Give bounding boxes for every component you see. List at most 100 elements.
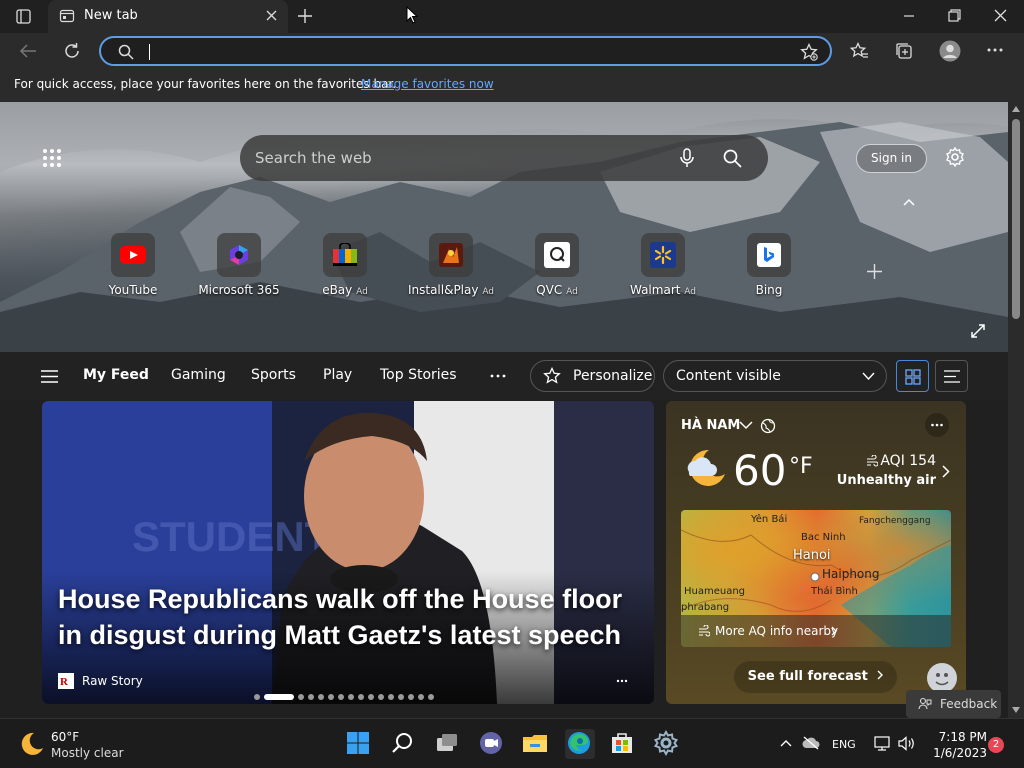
file-explorer-icon[interactable] bbox=[521, 729, 551, 759]
add-favorite-star-icon[interactable] bbox=[800, 43, 818, 61]
map-label-hanoi: Hanoi bbox=[793, 548, 831, 563]
quick-link-bing[interactable]: Bing bbox=[724, 233, 814, 297]
tab-new-tab[interactable]: New tab bbox=[48, 0, 288, 33]
carousel-dot[interactable] bbox=[254, 694, 260, 700]
grid-layout-button[interactable] bbox=[896, 360, 929, 392]
quick-link-microsoft-365[interactable]: Microsoft 365 bbox=[194, 233, 284, 297]
more-tabs-ellipsis-icon[interactable] bbox=[490, 374, 506, 378]
air-quality-map[interactable]: Yên Bái Fangchenggang Bac Ninh Hanoi Hai… bbox=[681, 510, 951, 647]
show-hidden-icons-chevron-icon[interactable] bbox=[780, 739, 792, 747]
network-icon[interactable] bbox=[874, 736, 890, 751]
carousel-dot[interactable] bbox=[408, 694, 414, 700]
tab-actions-icon[interactable] bbox=[16, 9, 31, 24]
manage-favorites-link[interactable]: Manage favorites now bbox=[361, 77, 494, 91]
settings-gear-icon[interactable] bbox=[652, 729, 682, 759]
map-label-bac-ninh: Bac Ninh bbox=[801, 532, 846, 543]
chevron-down-icon bbox=[862, 372, 875, 380]
back-arrow-icon[interactable] bbox=[19, 43, 37, 59]
tab-my-feed[interactable]: My Feed bbox=[83, 367, 149, 383]
notification-badge[interactable]: 2 bbox=[988, 737, 1004, 753]
taskbar-search-icon[interactable] bbox=[389, 729, 419, 759]
task-view-icon[interactable] bbox=[433, 729, 463, 759]
page-settings-gear-icon[interactable] bbox=[945, 147, 965, 167]
close-window-icon[interactable] bbox=[994, 9, 1007, 22]
web-search-box[interactable]: Search the web bbox=[240, 135, 768, 181]
volume-icon[interactable] bbox=[898, 736, 916, 751]
apps-launcher-grid-icon[interactable] bbox=[42, 148, 62, 168]
microphone-icon[interactable] bbox=[680, 148, 694, 168]
tab-play[interactable]: Play bbox=[323, 367, 352, 383]
tab-gaming[interactable]: Gaming bbox=[171, 367, 226, 383]
carousel-dot[interactable] bbox=[398, 694, 404, 700]
sign-in-button[interactable]: Sign in bbox=[856, 144, 927, 173]
clock-time[interactable]: 7:18 PM bbox=[937, 730, 987, 744]
carousel-dot[interactable] bbox=[338, 694, 344, 700]
location-chevron-down-icon[interactable] bbox=[739, 421, 753, 430]
tab-top-stories[interactable]: Top Stories bbox=[380, 367, 457, 383]
collapse-chevron-up-icon[interactable] bbox=[903, 198, 915, 206]
search-submit-icon[interactable] bbox=[723, 149, 742, 168]
minimize-icon[interactable] bbox=[903, 9, 915, 23]
carousel-dot[interactable] bbox=[428, 694, 434, 700]
scroll-down-arrow-icon[interactable] bbox=[1012, 707, 1020, 713]
expand-background-icon[interactable] bbox=[971, 324, 985, 338]
taskbar-weather-temp[interactable]: 60°F bbox=[51, 730, 79, 744]
carousel-dot[interactable] bbox=[418, 694, 424, 700]
carousel-dot[interactable] bbox=[378, 694, 384, 700]
taskbar-weather-desc[interactable]: Mostly clear bbox=[51, 746, 124, 760]
start-windows-icon[interactable] bbox=[344, 729, 374, 759]
carousel-dot[interactable] bbox=[308, 694, 314, 700]
quick-link-youtube[interactable]: YouTube bbox=[88, 233, 178, 297]
personalize-button[interactable]: Personalize bbox=[530, 360, 655, 392]
collections-icon[interactable] bbox=[895, 42, 913, 60]
carousel-dot[interactable] bbox=[264, 694, 294, 700]
clock-date[interactable]: 1/6/2023 bbox=[921, 746, 987, 760]
aqi-value[interactable]: AQI 154 bbox=[866, 453, 936, 469]
page-scrollbar[interactable] bbox=[1008, 102, 1024, 718]
carousel-dot[interactable] bbox=[298, 694, 304, 700]
feedback-button[interactable]: Feedback bbox=[906, 690, 1001, 718]
weather-more-options-icon[interactable] bbox=[925, 413, 949, 437]
address-bar[interactable] bbox=[99, 36, 832, 66]
carousel-dot[interactable] bbox=[328, 694, 334, 700]
aqi-chevron-right-icon[interactable] bbox=[942, 465, 950, 478]
carousel-dot[interactable] bbox=[368, 694, 374, 700]
teams-chat-icon[interactable] bbox=[477, 729, 507, 759]
list-layout-button[interactable] bbox=[935, 360, 968, 392]
quick-link-walmart[interactable]: Walmart Ad bbox=[618, 233, 708, 297]
profile-avatar-icon[interactable] bbox=[939, 40, 961, 62]
new-tab-plus-icon[interactable] bbox=[297, 8, 313, 24]
weather-location[interactable]: HÀ NAM bbox=[681, 418, 740, 433]
carousel-dot[interactable] bbox=[348, 694, 354, 700]
aqi-status: Unhealthy air bbox=[836, 473, 936, 488]
story-more-options-icon[interactable] bbox=[616, 679, 628, 683]
scroll-up-arrow-icon[interactable] bbox=[1012, 106, 1020, 112]
scrollbar-thumb[interactable] bbox=[1012, 119, 1020, 319]
favorites-icon[interactable] bbox=[850, 42, 869, 60]
restore-icon[interactable] bbox=[948, 9, 961, 22]
content-visibility-dropdown[interactable]: Content visible bbox=[663, 360, 887, 392]
taskbar-weather-icon[interactable] bbox=[18, 731, 44, 755]
story-headline[interactable]: House Republicans walk off the House flo… bbox=[58, 581, 638, 653]
hamburger-menu-icon[interactable] bbox=[41, 370, 58, 383]
microsoft-store-icon[interactable] bbox=[608, 729, 638, 759]
tab-sports[interactable]: Sports bbox=[251, 367, 296, 383]
quick-link-ebay[interactable]: eBay Ad bbox=[300, 233, 390, 297]
globe-icon[interactable] bbox=[760, 418, 776, 434]
more-options-icon[interactable] bbox=[987, 48, 1003, 52]
carousel-dot[interactable] bbox=[358, 694, 364, 700]
carousel-dot[interactable] bbox=[318, 694, 324, 700]
weather-card[interactable]: HÀ NAM 60 °F AQI 154 Unhealthy air Yên B… bbox=[666, 401, 966, 704]
onedrive-offline-icon[interactable] bbox=[802, 736, 820, 750]
carousel-dot[interactable] bbox=[388, 694, 394, 700]
input-language[interactable]: ENG bbox=[832, 738, 856, 751]
see-full-forecast-button[interactable]: See full forecast bbox=[734, 661, 897, 693]
edge-browser-icon[interactable] bbox=[565, 729, 595, 759]
top-story-card[interactable]: STUDENTS House Republicans walk off the … bbox=[42, 401, 654, 704]
close-tab-icon[interactable] bbox=[265, 9, 278, 22]
quick-link-qvc[interactable]: QVC Ad bbox=[512, 233, 602, 297]
quick-link-install-and-play[interactable]: Install&Play Ad bbox=[406, 233, 496, 297]
more-aq-info-link[interactable]: More AQ info nearby bbox=[681, 615, 951, 647]
add-quick-link-plus-icon[interactable] bbox=[866, 263, 883, 280]
refresh-icon[interactable] bbox=[63, 42, 81, 60]
